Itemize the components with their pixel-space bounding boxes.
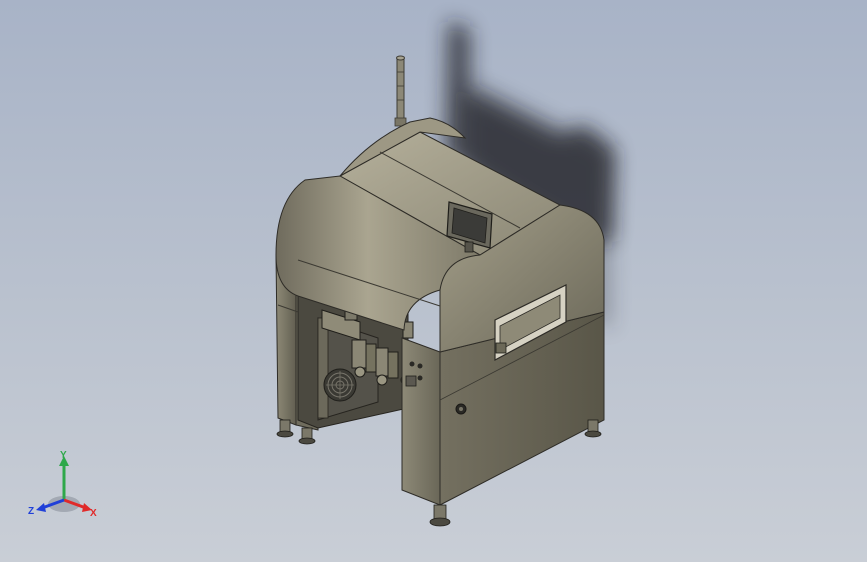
y-axis-label: Y [60, 450, 67, 461]
foot-front-column [429, 504, 451, 527]
x-axis-label: X [90, 508, 97, 519]
fan-grille [323, 368, 357, 402]
machine-model[interactable] [0, 0, 867, 562]
front-column [401, 337, 441, 506]
z-axis-label: Z [28, 506, 34, 517]
graphics-viewport[interactable]: Y X Z [0, 0, 867, 562]
foot-left-rear [298, 427, 316, 445]
z-arrow-icon [36, 503, 46, 512]
signal-tower [394, 55, 407, 127]
reference-triad: Y X Z [28, 450, 97, 519]
